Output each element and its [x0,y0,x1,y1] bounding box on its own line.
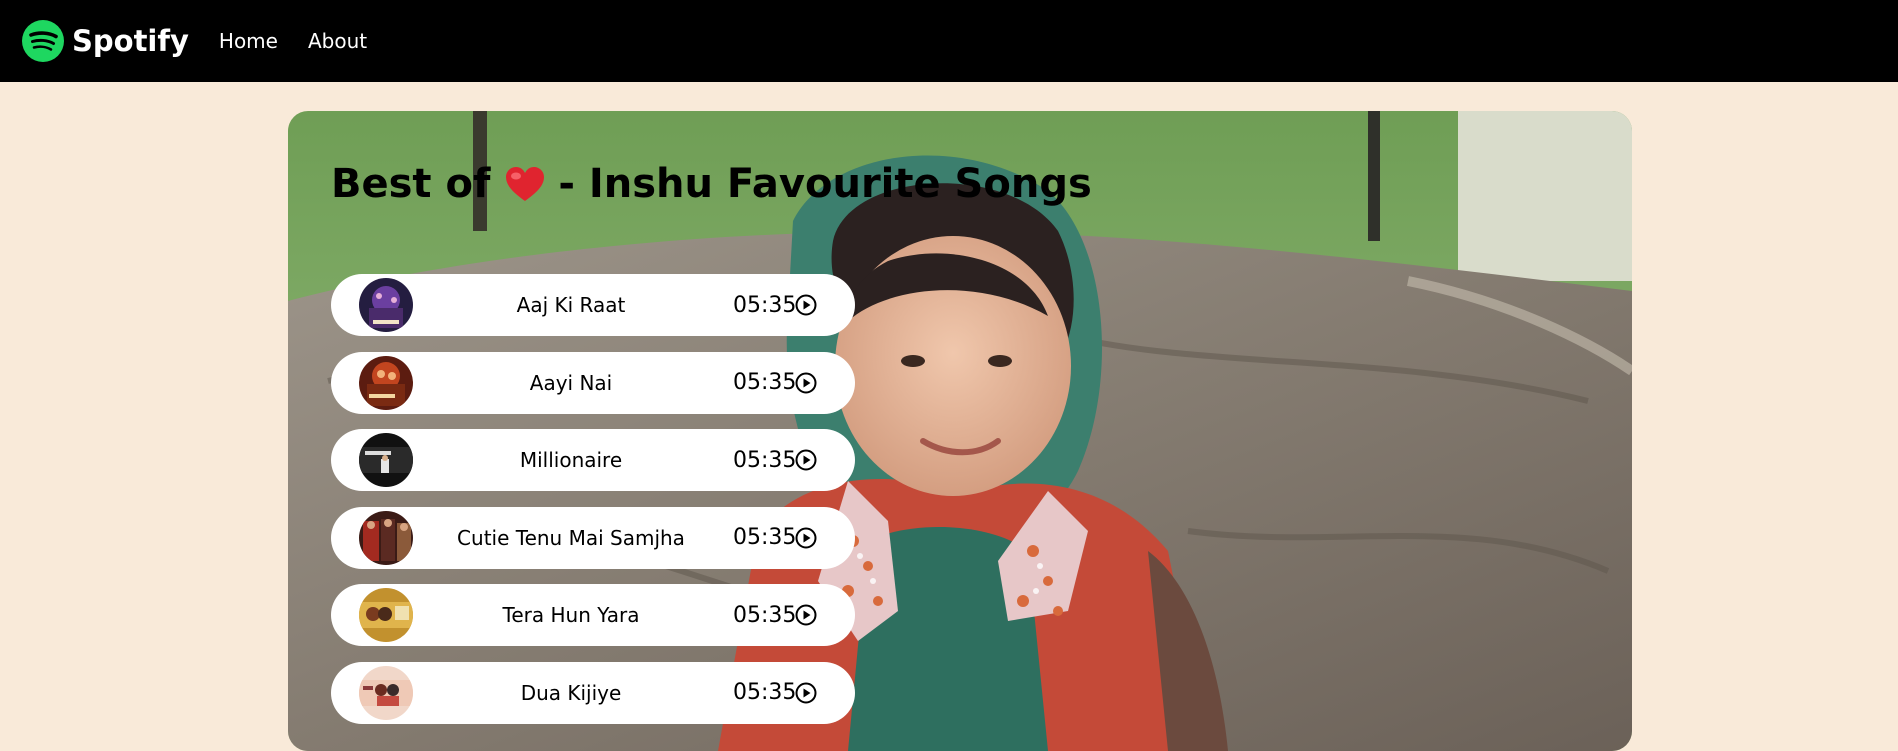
song-title: Tera Hun Yara [502,603,640,627]
song-title: Aaj Ki Raat [516,293,626,317]
song-item[interactable]: Aaj Ki Raat 05:35 [331,274,855,336]
playlist-title-prefix: Best of [331,161,491,207]
song-duration: 05:35 [733,292,797,318]
song-item[interactable]: Cutie Tenu Mai Samjha 05:35 [331,506,855,569]
playlist-title-suffix: - Inshu Favourite Songs [558,161,1092,207]
song-duration: 05:35 [733,602,797,628]
song-cover-image [359,588,413,642]
song-duration: 05:35 [733,525,797,550]
song-title: Aayi Nai [529,370,613,395]
song-duration: 05:35 [733,370,797,395]
navbar: Spotify Home About [0,0,1898,82]
play-circle-icon[interactable] [795,527,817,549]
song-cover-image [359,278,413,332]
nav-link-home[interactable]: Home [219,29,278,53]
song-cover-image [359,665,413,720]
spotify-logo-icon [22,20,64,62]
brand-name: Spotify [72,24,189,58]
song-title: Dua Kijiye [520,680,622,705]
playlist-title: Best of - Inshu Favourite Songs [331,161,1092,207]
song-duration: 05:35 [733,680,797,705]
play-circle-icon[interactable] [795,682,817,704]
song-duration: 05:35 [733,447,797,473]
playlist-hero: Best of - Inshu Favourite Songs Aaj Ki R… [288,111,1632,751]
heart-icon [506,167,545,201]
song-cover-image [359,433,413,487]
nav-link-about[interactable]: About [308,29,367,53]
song-title: Millionaire [519,448,623,472]
song-cover-image [359,510,413,565]
song-item[interactable]: Millionaire 05:35 [331,429,855,491]
song-item[interactable]: Dua Kijiye 05:35 [331,661,855,724]
play-circle-icon[interactable] [795,294,817,316]
play-circle-icon[interactable] [795,449,817,471]
song-cover-image [359,355,413,410]
song-item[interactable]: Aayi Nai 05:35 [331,351,855,414]
song-list: Aaj Ki Raat 05:35 Aayi Nai 05:35 Million… [331,274,855,739]
song-item[interactable]: Tera Hun Yara 05:35 [331,584,855,646]
song-title: Cutie Tenu Mai Samjha [457,525,685,550]
play-circle-icon[interactable] [795,604,817,626]
play-circle-icon[interactable] [795,372,817,394]
brand-link[interactable]: Spotify [22,20,189,62]
